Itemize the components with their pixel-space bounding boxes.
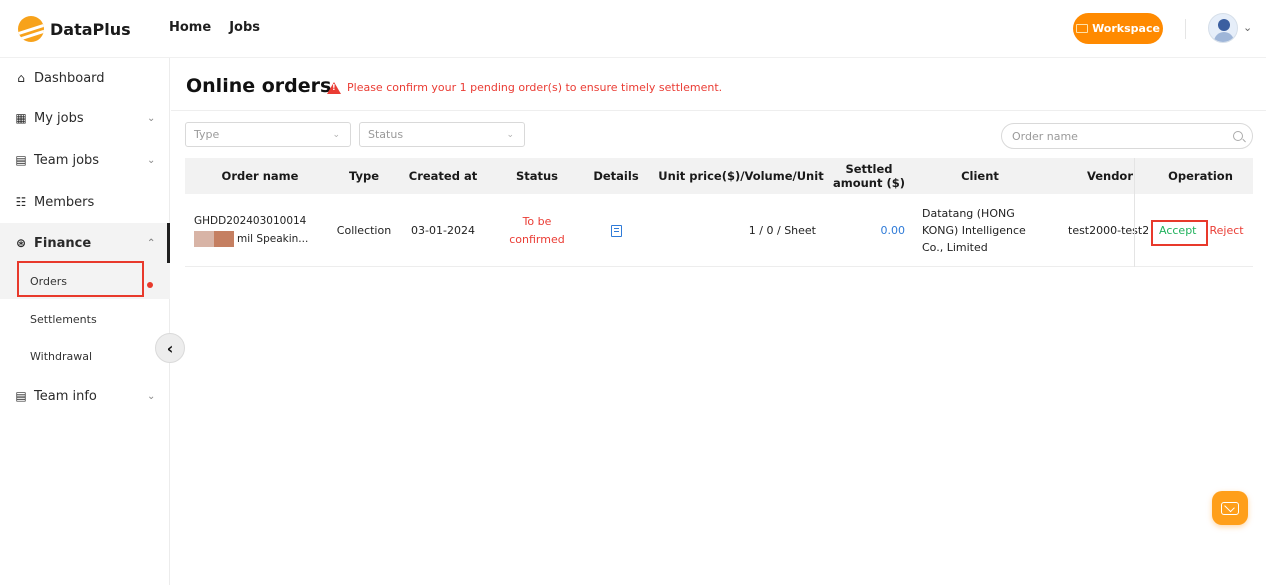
status-line-2: confirmed [509, 232, 565, 246]
warning-icon [327, 81, 341, 94]
status-line-1: To be [522, 215, 552, 229]
finance-icon: ⊛ [15, 236, 27, 250]
sidebar-item-team-info[interactable]: ▤ Team info ⌄ [0, 376, 170, 416]
active-indicator [167, 223, 170, 263]
sidebar-item-finance[interactable]: ⊛ Finance ⌃ [0, 223, 170, 263]
details-icon[interactable] [610, 224, 622, 237]
chevron-up-icon: ⌃ [147, 237, 156, 249]
mail-icon [1221, 501, 1239, 515]
col-type: Type [348, 168, 379, 183]
client-line-3: Co., Limited [922, 241, 988, 255]
redacted-block [194, 231, 214, 247]
home-icon: ⌂ [17, 71, 25, 85]
chevron-down-icon: ⌄ [147, 112, 156, 124]
cell-details [581, 194, 651, 267]
workspace-icon [1076, 24, 1089, 33]
accept-highlight-box [1151, 220, 1208, 246]
title-divider [171, 110, 1266, 111]
client-line-1: Datatang (HONG [922, 206, 1015, 220]
col-client: Client [961, 168, 999, 183]
page-title: Online orders [186, 75, 332, 97]
document-icon: ▤ [15, 153, 27, 167]
chevron-down-icon: ⌄ [332, 129, 340, 140]
logo-text: DataPlus [50, 19, 131, 39]
orders-highlight-box [17, 261, 144, 297]
col-order-name: Order name [221, 168, 299, 183]
cell-unit-price: 1 / 0 / Sheet [748, 224, 816, 237]
col-unit-price: Unit price($)/Volume/Unit [658, 168, 824, 183]
main-content: Online orders Please confirm your 1 pend… [171, 58, 1266, 585]
workspace-label: Workspace [1092, 22, 1160, 35]
avatar[interactable] [1208, 13, 1238, 43]
pending-warning: Please confirm your 1 pending order(s) t… [327, 81, 722, 94]
sidebar-item-label: Dashboard [34, 70, 105, 86]
chevron-down-icon: ⌄ [506, 129, 514, 140]
order-name-suffix: mil Speakin... [237, 233, 309, 245]
logo[interactable]: DataPlus [18, 16, 131, 42]
order-name: mil Speakin... [194, 231, 308, 247]
workspace-button[interactable]: Workspace [1073, 13, 1163, 44]
redacted-block [214, 231, 234, 247]
sidebar-item-my-jobs[interactable]: ▦ My jobs ⌄ [0, 98, 170, 138]
table-row: GHDD202403010014 mil Speakin... Collecti… [185, 194, 1253, 267]
table-header: Order name Type Created at Status Detail… [185, 158, 1253, 194]
sidebar-sub-withdrawal[interactable]: Withdrawal [0, 338, 170, 374]
type-select[interactable]: Type ⌄ [185, 122, 351, 147]
sidebar-item-label: Members [34, 194, 95, 210]
col-created-at: Created at [408, 168, 478, 183]
sidebar-item-team-jobs[interactable]: ▤ Team jobs ⌄ [0, 140, 170, 180]
nav-jobs[interactable]: Jobs [229, 20, 260, 35]
notification-dot [147, 282, 153, 288]
search-icon[interactable] [1233, 131, 1243, 141]
chevron-down-icon: ⌄ [147, 154, 156, 166]
sidebar-item-dashboard[interactable]: ⌂ Dashboard [0, 58, 170, 98]
sidebar-item-label: Finance [34, 235, 92, 251]
message-button[interactable] [1212, 491, 1248, 525]
client-line-2: KONG) Intelligence [922, 223, 1026, 237]
dataplus-logo-icon [18, 16, 44, 42]
sidebar-sub-label: Settlements [30, 312, 97, 326]
header-divider [1185, 19, 1186, 39]
chevron-down-icon: ⌄ [147, 390, 156, 402]
sidebar-item-label: My jobs [34, 110, 84, 126]
status-select[interactable]: Status ⌄ [359, 122, 525, 147]
reject-button[interactable]: Reject [1210, 224, 1244, 237]
order-id: GHDD202403010014 [194, 215, 307, 227]
sidebar-sub-settlements[interactable]: Settlements [0, 301, 170, 337]
chevron-down-icon[interactable]: ⌄ [1243, 21, 1252, 34]
users-icon: ☷ [15, 195, 27, 209]
type-placeholder: Type [194, 128, 220, 141]
warning-text: Please confirm your 1 pending order(s) t… [347, 81, 723, 94]
sidebar-sub-label: Withdrawal [30, 349, 93, 363]
top-nav: Home Jobs [169, 20, 260, 35]
sidebar-item-label: Team jobs [34, 152, 100, 168]
nav-home[interactable]: Home [169, 20, 211, 35]
cell-status: To be confirmed [493, 194, 581, 267]
cell-client: Datatang (HONG KONG) Intelligence Co., L… [922, 194, 1053, 267]
sidebar: ⌂ Dashboard ▦ My jobs ⌄ ▤ Team jobs ⌄ ☷ … [0, 58, 170, 585]
header: DataPlus Home Jobs Workspace ⌄ [0, 0, 1266, 58]
col-settled-amount: Settled amount ($) [832, 161, 906, 190]
cell-created-at: 03-01-2024 [411, 224, 475, 237]
col-status: Status [515, 168, 559, 183]
search-placeholder: Order name [1012, 129, 1078, 143]
team-info-icon: ▤ [15, 389, 27, 403]
col-operation: Operation [1168, 168, 1233, 183]
cell-settled-amount: 0.00 [880, 224, 906, 237]
status-placeholder: Status [368, 128, 404, 141]
calendar-icon: ▦ [15, 111, 27, 125]
sidebar-item-members[interactable]: ☷ Members [0, 182, 170, 222]
cell-type: Collection [336, 224, 392, 237]
operation-column-divider [1134, 158, 1135, 267]
order-name-search-input[interactable]: Order name [1001, 123, 1253, 149]
col-details: Details [593, 168, 639, 183]
app: DataPlus Home Jobs Workspace ⌄ ⌂ Dashboa… [0, 0, 1266, 585]
sidebar-item-label: Team info [34, 388, 97, 404]
